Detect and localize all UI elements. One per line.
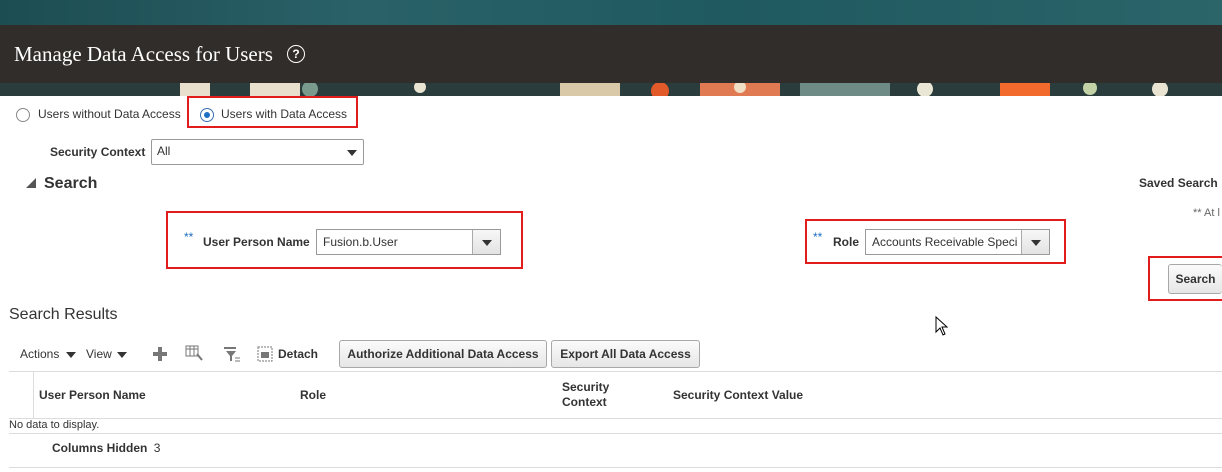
help-icon[interactable]: ? [287, 45, 305, 63]
page-title: Manage Data Access for Users [14, 42, 273, 66]
user-person-name-input[interactable]: Fusion.b.User [316, 229, 501, 255]
chevron-down-icon [66, 352, 76, 358]
column-header-security-line2: Context [562, 395, 607, 409]
radio-label-users-without-access: Users without Data Access [38, 107, 181, 121]
view-menu-label: View [86, 347, 112, 361]
role-dropdown-button[interactable] [1021, 230, 1049, 254]
decorative-banner [0, 83, 1222, 96]
role-value: Accounts Receivable Speci [872, 235, 1018, 249]
table-selector-column [33, 372, 34, 418]
chevron-down-icon [117, 352, 127, 358]
collapse-triangle-icon[interactable] [26, 178, 36, 188]
role-input[interactable]: Accounts Receivable Speci [865, 229, 1050, 255]
columns-hidden-label: Columns Hidden [52, 441, 148, 455]
column-header-security-line1: Security [562, 380, 610, 394]
user-person-name-value: Fusion.b.User [323, 235, 398, 249]
radio-label-users-with-access: Users with Data Access [221, 107, 348, 121]
security-context-value: All [157, 144, 171, 158]
chevron-down-icon [1031, 240, 1041, 246]
security-context-select[interactable]: All [151, 139, 364, 165]
user-person-name-dropdown-button[interactable] [472, 230, 500, 254]
search-results-title: Search Results [9, 306, 118, 323]
table-top-border [9, 371, 1222, 372]
mouse-cursor-icon [935, 316, 949, 336]
authorize-additional-data-access-button[interactable]: Authorize Additional Data Access [339, 340, 547, 368]
table-empty-border [9, 433, 1222, 434]
columns-hidden-count: 3 [153, 441, 161, 455]
radio-users-without-access[interactable] [16, 108, 30, 122]
table-header-border [9, 418, 1222, 419]
detach-icon[interactable] [257, 346, 273, 362]
add-icon[interactable] [152, 346, 168, 362]
table-settings-icon[interactable] [185, 345, 203, 361]
chevron-down-icon [347, 150, 357, 156]
detach-label[interactable]: Detach [278, 347, 318, 361]
required-marker-user: ** [184, 230, 194, 244]
table-bottom-border [9, 467, 1222, 468]
columns-hidden: Columns Hidden 3 [52, 441, 160, 455]
filter-icon[interactable] [223, 346, 241, 362]
column-header-role[interactable]: Role [300, 388, 326, 402]
column-header-security-context[interactable]: Security Context [562, 380, 609, 410]
required-marker-role: ** [813, 230, 823, 244]
radio-users-with-access[interactable] [200, 108, 214, 122]
chevron-down-icon [482, 240, 492, 246]
column-header-security-context-value[interactable]: Security Context Value [673, 388, 803, 402]
actions-menu-label: Actions [20, 347, 60, 361]
no-data-text: No data to display. [9, 419, 100, 431]
required-note: ** At l [1193, 207, 1220, 219]
search-section-title: Search [44, 175, 98, 192]
search-button[interactable]: Search [1168, 264, 1222, 294]
banner-strip [0, 0, 1222, 25]
export-all-data-access-button[interactable]: Export All Data Access [551, 340, 700, 368]
column-header-user-person-name[interactable]: User Person Name [39, 388, 146, 402]
saved-search-label: Saved Search [1139, 176, 1218, 190]
decorative-pattern [180, 83, 1168, 96]
view-menu[interactable]: View [86, 347, 127, 361]
user-person-name-label: User Person Name [203, 235, 310, 249]
role-label: Role [833, 235, 860, 249]
security-context-label: Security Context [50, 145, 146, 159]
actions-menu[interactable]: Actions [20, 347, 76, 361]
